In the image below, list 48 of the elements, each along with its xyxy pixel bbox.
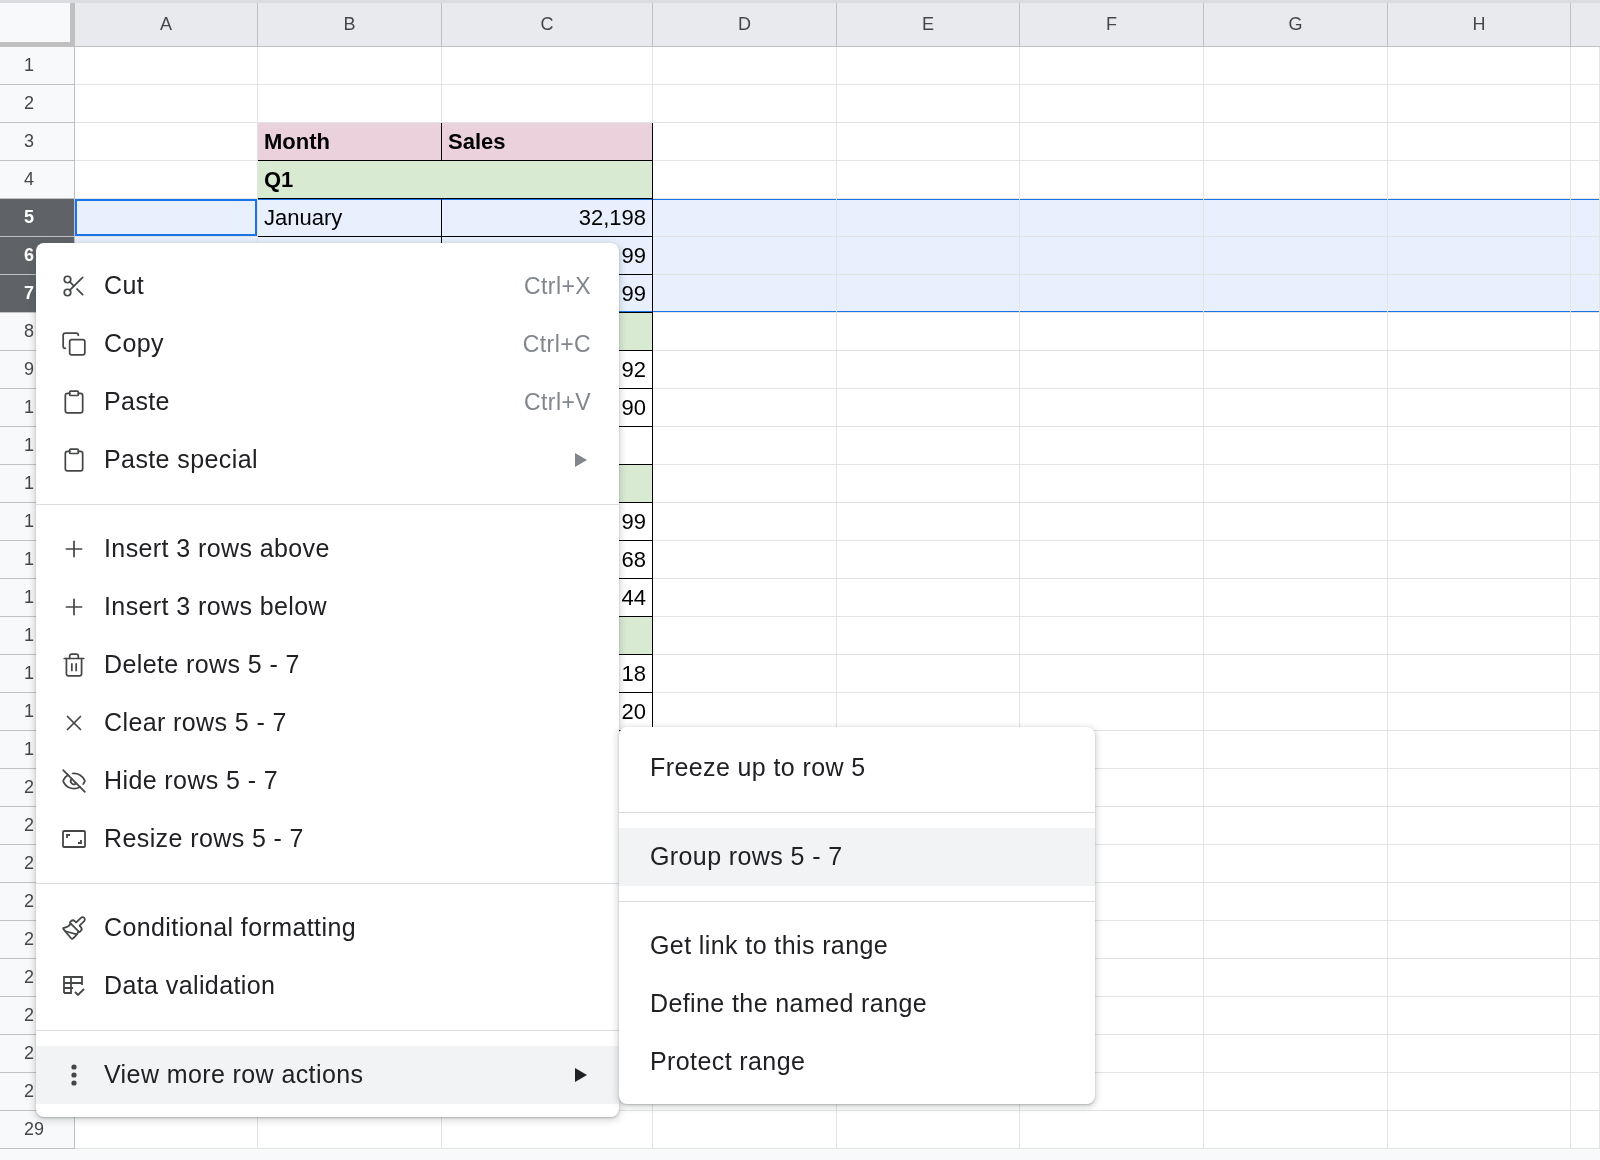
row-header[interactable]: 4 xyxy=(0,161,75,199)
more-vertical-icon xyxy=(71,1064,77,1086)
table-cell: Month xyxy=(258,123,442,161)
menu-item[interactable]: Delete rows 5 - 7 xyxy=(36,636,619,694)
table-cell: Sales xyxy=(442,123,653,161)
menu-item[interactable]: Cut Ctrl+X xyxy=(36,257,619,315)
menu-item[interactable]: Freeze up to row 5 xyxy=(619,739,1095,797)
row-header[interactable]: 1 xyxy=(0,47,75,85)
trash-icon xyxy=(61,652,87,678)
table-cell: January xyxy=(258,199,442,237)
row-header[interactable]: 3 xyxy=(0,123,75,161)
table-cell: 32,198 xyxy=(442,199,653,237)
column-header[interactable]: C xyxy=(442,3,653,47)
column-header[interactable]: A xyxy=(75,3,258,47)
menu-item[interactable]: Paste special xyxy=(36,431,619,489)
column-header[interactable]: H xyxy=(1388,3,1571,47)
menu-item[interactable]: Paste Ctrl+V xyxy=(36,373,619,431)
menu-item[interactable]: Data validation xyxy=(36,957,619,1015)
column-header[interactable] xyxy=(1571,3,1600,47)
menu-item[interactable]: Get link to this range xyxy=(619,917,1095,975)
select-all-corner[interactable] xyxy=(0,3,75,47)
menu-item[interactable]: Resize rows 5 - 7 xyxy=(36,810,619,868)
copy-icon xyxy=(61,331,87,357)
menu-item[interactable]: View more row actions xyxy=(36,1046,619,1104)
menu-item[interactable]: Conditional formatting xyxy=(36,899,619,957)
column-header[interactable]: B xyxy=(258,3,442,47)
row-header[interactable]: 2 xyxy=(0,85,75,123)
clipboard-icon xyxy=(61,389,87,415)
shortcut-label: Ctrl+V xyxy=(524,387,591,417)
menu-item[interactable]: Group rows 5 - 7 xyxy=(619,828,1095,886)
table-check-icon xyxy=(61,973,87,999)
menu-item[interactable]: Define the named range xyxy=(619,975,1095,1033)
row-header[interactable]: 5 xyxy=(0,199,75,237)
column-header[interactable]: D xyxy=(653,3,837,47)
active-cell[interactable] xyxy=(75,199,258,237)
column-header[interactable]: E xyxy=(837,3,1020,47)
menu-item[interactable]: Clear rows 5 - 7 xyxy=(36,694,619,752)
clipboard-icon xyxy=(61,447,87,473)
table-cell: Q1 xyxy=(258,161,653,199)
paintbrush-icon xyxy=(61,915,87,941)
column-header[interactable]: F xyxy=(1020,3,1204,47)
menu-item[interactable]: Insert 3 rows above xyxy=(36,520,619,578)
menu-item[interactable]: Hide rows 5 - 7 xyxy=(36,752,619,810)
column-header[interactable]: G xyxy=(1204,3,1388,47)
menu-item[interactable]: Protect range xyxy=(619,1033,1095,1091)
menu-item[interactable]: Insert 3 rows below xyxy=(36,578,619,636)
eye-off-icon xyxy=(61,768,87,794)
menu-item[interactable]: Copy Ctrl+C xyxy=(36,315,619,373)
